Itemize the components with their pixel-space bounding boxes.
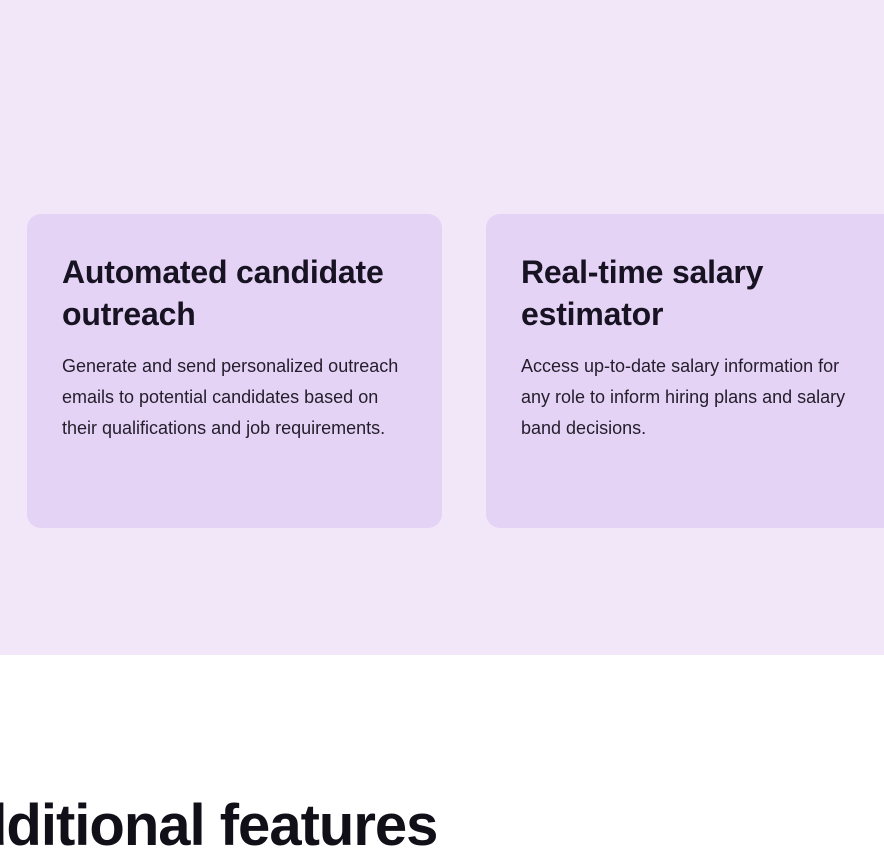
feature-card-description: Generate and send personalized outreach …	[62, 356, 399, 438]
feature-card-automated-candidate-outreach: Automated candidate outreach Generate an…	[27, 214, 442, 528]
additional-features-heading: dditional features	[0, 793, 438, 858]
feature-card-title: Automated candidate outreach	[62, 254, 384, 332]
page: Automated candidate outreach Generate an…	[0, 0, 884, 861]
feature-card-description: Access up-to-date salary information for…	[521, 356, 846, 438]
feature-card-real-time-salary-estimator: Real-time salary estimator Access up-to-…	[486, 214, 884, 528]
feature-cards-section: Automated candidate outreach Generate an…	[0, 0, 884, 655]
feature-card-title: Real-time salary estimator	[521, 254, 764, 332]
